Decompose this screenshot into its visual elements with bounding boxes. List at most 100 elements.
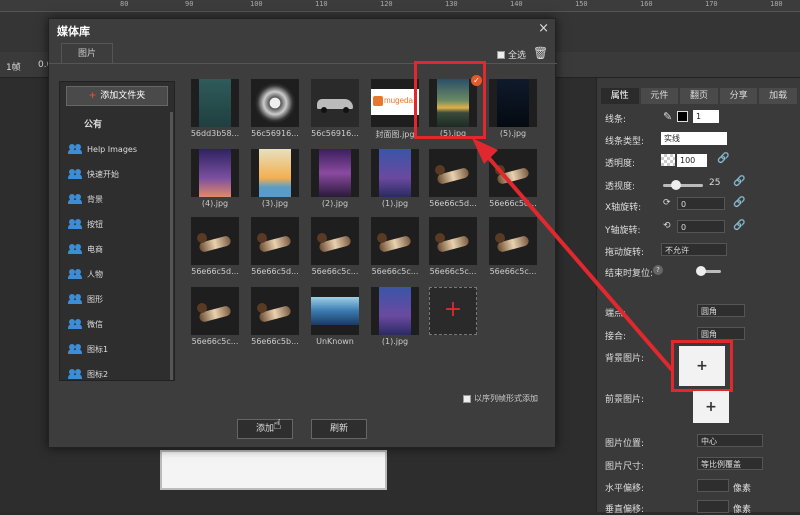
sidebar-folder-item[interactable]: 背景 xyxy=(68,190,103,208)
sidebar-folder-item[interactable]: 快速开始 xyxy=(68,165,119,183)
join-label: 接合: xyxy=(605,332,627,342)
image-thumbnail[interactable]: (3).jpg xyxy=(251,149,299,208)
corner-select[interactable]: 圆角 xyxy=(697,304,745,317)
select-all[interactable]: 全选 xyxy=(497,48,526,61)
add-image-tile[interactable]: + xyxy=(429,287,477,335)
public-heading: 公有 xyxy=(84,120,103,130)
sidebar-folder-item[interactable]: 按钮 xyxy=(68,215,103,233)
ruler-tick: 160 xyxy=(640,0,653,8)
add-folder-button[interactable]: + 添加文件夹 xyxy=(66,86,168,106)
stage-canvas[interactable] xyxy=(160,450,387,490)
stroke-type-select[interactable]: 实线 xyxy=(661,132,727,145)
users-icon xyxy=(68,144,83,154)
join-select[interactable]: 圆角 xyxy=(697,327,745,340)
thumbnail-label: 56e66c5c... xyxy=(311,267,359,276)
image-thumbnail[interactable]: 56e66c5c... xyxy=(311,217,359,276)
reset-toggle-knob[interactable] xyxy=(696,266,706,276)
sidebar-folder-item[interactable]: Help Images xyxy=(68,140,137,158)
thumbnail-label: (2).jpg xyxy=(321,199,349,208)
image-thumbnail[interactable]: 56e66c5d... xyxy=(429,149,477,208)
sequence-add-option[interactable]: 以序列帧形式添加 xyxy=(463,393,538,404)
refresh-button[interactable]: 刷新 xyxy=(311,419,367,439)
fg-image-add-button[interactable]: + xyxy=(693,391,729,423)
y-rotation-input[interactable]: 0 xyxy=(677,220,725,233)
image-size-select[interactable]: 等比例覆盖 xyxy=(697,457,763,470)
perspective-slider-knob[interactable] xyxy=(671,180,681,190)
image-thumbnail[interactable]: (2).jpg xyxy=(311,149,359,208)
thumbnail-image xyxy=(311,217,359,265)
dialog-title: 媒体库 xyxy=(57,25,90,38)
image-thumbnail[interactable]: mugeda 封面图.jpg xyxy=(371,79,419,140)
image-thumbnail[interactable]: (1).jpg xyxy=(371,287,419,346)
tab-loading[interactable]: 加载 xyxy=(759,88,797,104)
thumbnail-image xyxy=(191,287,239,335)
folder-label: 图标2 xyxy=(87,369,109,379)
tab-properties[interactable]: 属性 xyxy=(601,88,639,104)
ruler-tick: 90 xyxy=(185,0,194,8)
tab-symbols[interactable]: 元件 xyxy=(640,88,679,104)
plus-icon: + xyxy=(88,91,97,101)
image-thumbnail[interactable]: (4).jpg xyxy=(191,149,239,208)
h-offset-input[interactable] xyxy=(697,479,729,492)
close-icon[interactable]: × xyxy=(538,21,549,36)
thumbnail-image xyxy=(191,149,239,197)
folder-label: 人物 xyxy=(87,269,103,279)
folder-sidebar: + 添加文件夹 公有 Help Images 快速开始背景按钮电商人物图形微信图标1… xyxy=(59,81,175,381)
image-thumbnail[interactable]: 56e66c5d... xyxy=(489,149,537,208)
perspective-slider[interactable] xyxy=(663,184,703,187)
opacity-input[interactable]: 100 xyxy=(677,154,707,167)
thumbnail-image xyxy=(371,287,419,335)
properties-panel: 属性 元件 翻页 分享 加载 线条: ✎ 1 线条类型: 实线 透明度: 100… xyxy=(596,78,800,515)
image-thumbnail[interactable]: 56dd3b58... xyxy=(191,79,239,138)
tab-share[interactable]: 分享 xyxy=(719,88,758,104)
image-thumbnail[interactable]: 56c56916... xyxy=(311,79,359,138)
sidebar-folder-item[interactable]: 人物 xyxy=(68,265,103,283)
stroke-color-swatch[interactable] xyxy=(677,111,688,122)
perspective-label: 透视度: xyxy=(605,182,636,192)
sequence-checkbox[interactable] xyxy=(463,394,471,403)
image-thumbnail[interactable]: 56e66c5b... xyxy=(251,287,299,346)
select-all-checkbox[interactable] xyxy=(497,50,505,59)
sidebar-folder-item[interactable]: 图标1 xyxy=(68,340,108,358)
stroke-width-select[interactable]: 1 xyxy=(693,110,719,123)
sidebar-folder-item[interactable]: 图标2 xyxy=(68,365,108,383)
trash-icon[interactable]: 🗑 xyxy=(533,46,548,60)
link-icon[interactable]: 🔗 xyxy=(733,176,745,187)
ruler-tick: 180 xyxy=(770,0,783,8)
link-icon[interactable]: 🔗 xyxy=(733,220,745,231)
folder-label: 电商 xyxy=(87,244,103,254)
image-position-select[interactable]: 中心 xyxy=(697,434,763,447)
add-button[interactable]: 添加 xyxy=(237,419,293,439)
drag-rotate-select[interactable]: 不允许 xyxy=(661,243,727,256)
folder-label: 图标1 xyxy=(87,344,109,354)
opacity-swatch[interactable] xyxy=(661,154,675,166)
image-thumbnail[interactable]: 56e66c5c... xyxy=(489,217,537,276)
image-thumbnail[interactable]: UnKnown xyxy=(311,287,359,346)
image-thumbnail[interactable]: (1).jpg xyxy=(371,149,419,208)
image-thumbnail[interactable]: 56e66c5c... xyxy=(371,217,419,276)
sidebar-folder-item[interactable]: 图形 xyxy=(68,290,103,308)
px-unit: 像素 xyxy=(733,505,752,515)
image-thumbnail[interactable]: 56e66c5c... xyxy=(191,287,239,346)
sidebar-folder-item[interactable]: 微信 xyxy=(68,315,103,333)
image-thumbnail[interactable]: 56c56916... xyxy=(251,79,299,138)
image-thumbnail[interactable]: 56e66c5d... xyxy=(251,217,299,276)
link-icon[interactable]: 🔗 xyxy=(733,197,745,208)
link-icon[interactable]: 🔗 xyxy=(717,153,729,164)
ruler-tick: 110 xyxy=(315,0,328,8)
tab-images[interactable]: 图片 xyxy=(61,43,113,63)
folder-label: 微信 xyxy=(87,319,103,329)
fg-image-label: 前景图片: xyxy=(605,395,645,405)
v-offset-input[interactable] xyxy=(697,500,729,513)
help-icon[interactable]: ? xyxy=(653,265,663,275)
image-thumbnail[interactable]: 56e66c5d... xyxy=(191,217,239,276)
x-rotation-input[interactable]: 0 xyxy=(677,197,725,210)
image-thumbnail[interactable]: (5).jpg xyxy=(489,79,537,138)
thumbnail-label: 56c56916... xyxy=(251,129,299,138)
rotate-x-icon: ⟳ xyxy=(663,198,671,208)
tab-pages[interactable]: 翻页 xyxy=(680,88,718,104)
sidebar-scrollbar[interactable] xyxy=(170,112,173,380)
pencil-icon[interactable]: ✎ xyxy=(663,110,672,123)
sidebar-folder-item[interactable]: 电商 xyxy=(68,240,103,258)
image-thumbnail[interactable]: 56e66c5c... xyxy=(429,217,477,276)
